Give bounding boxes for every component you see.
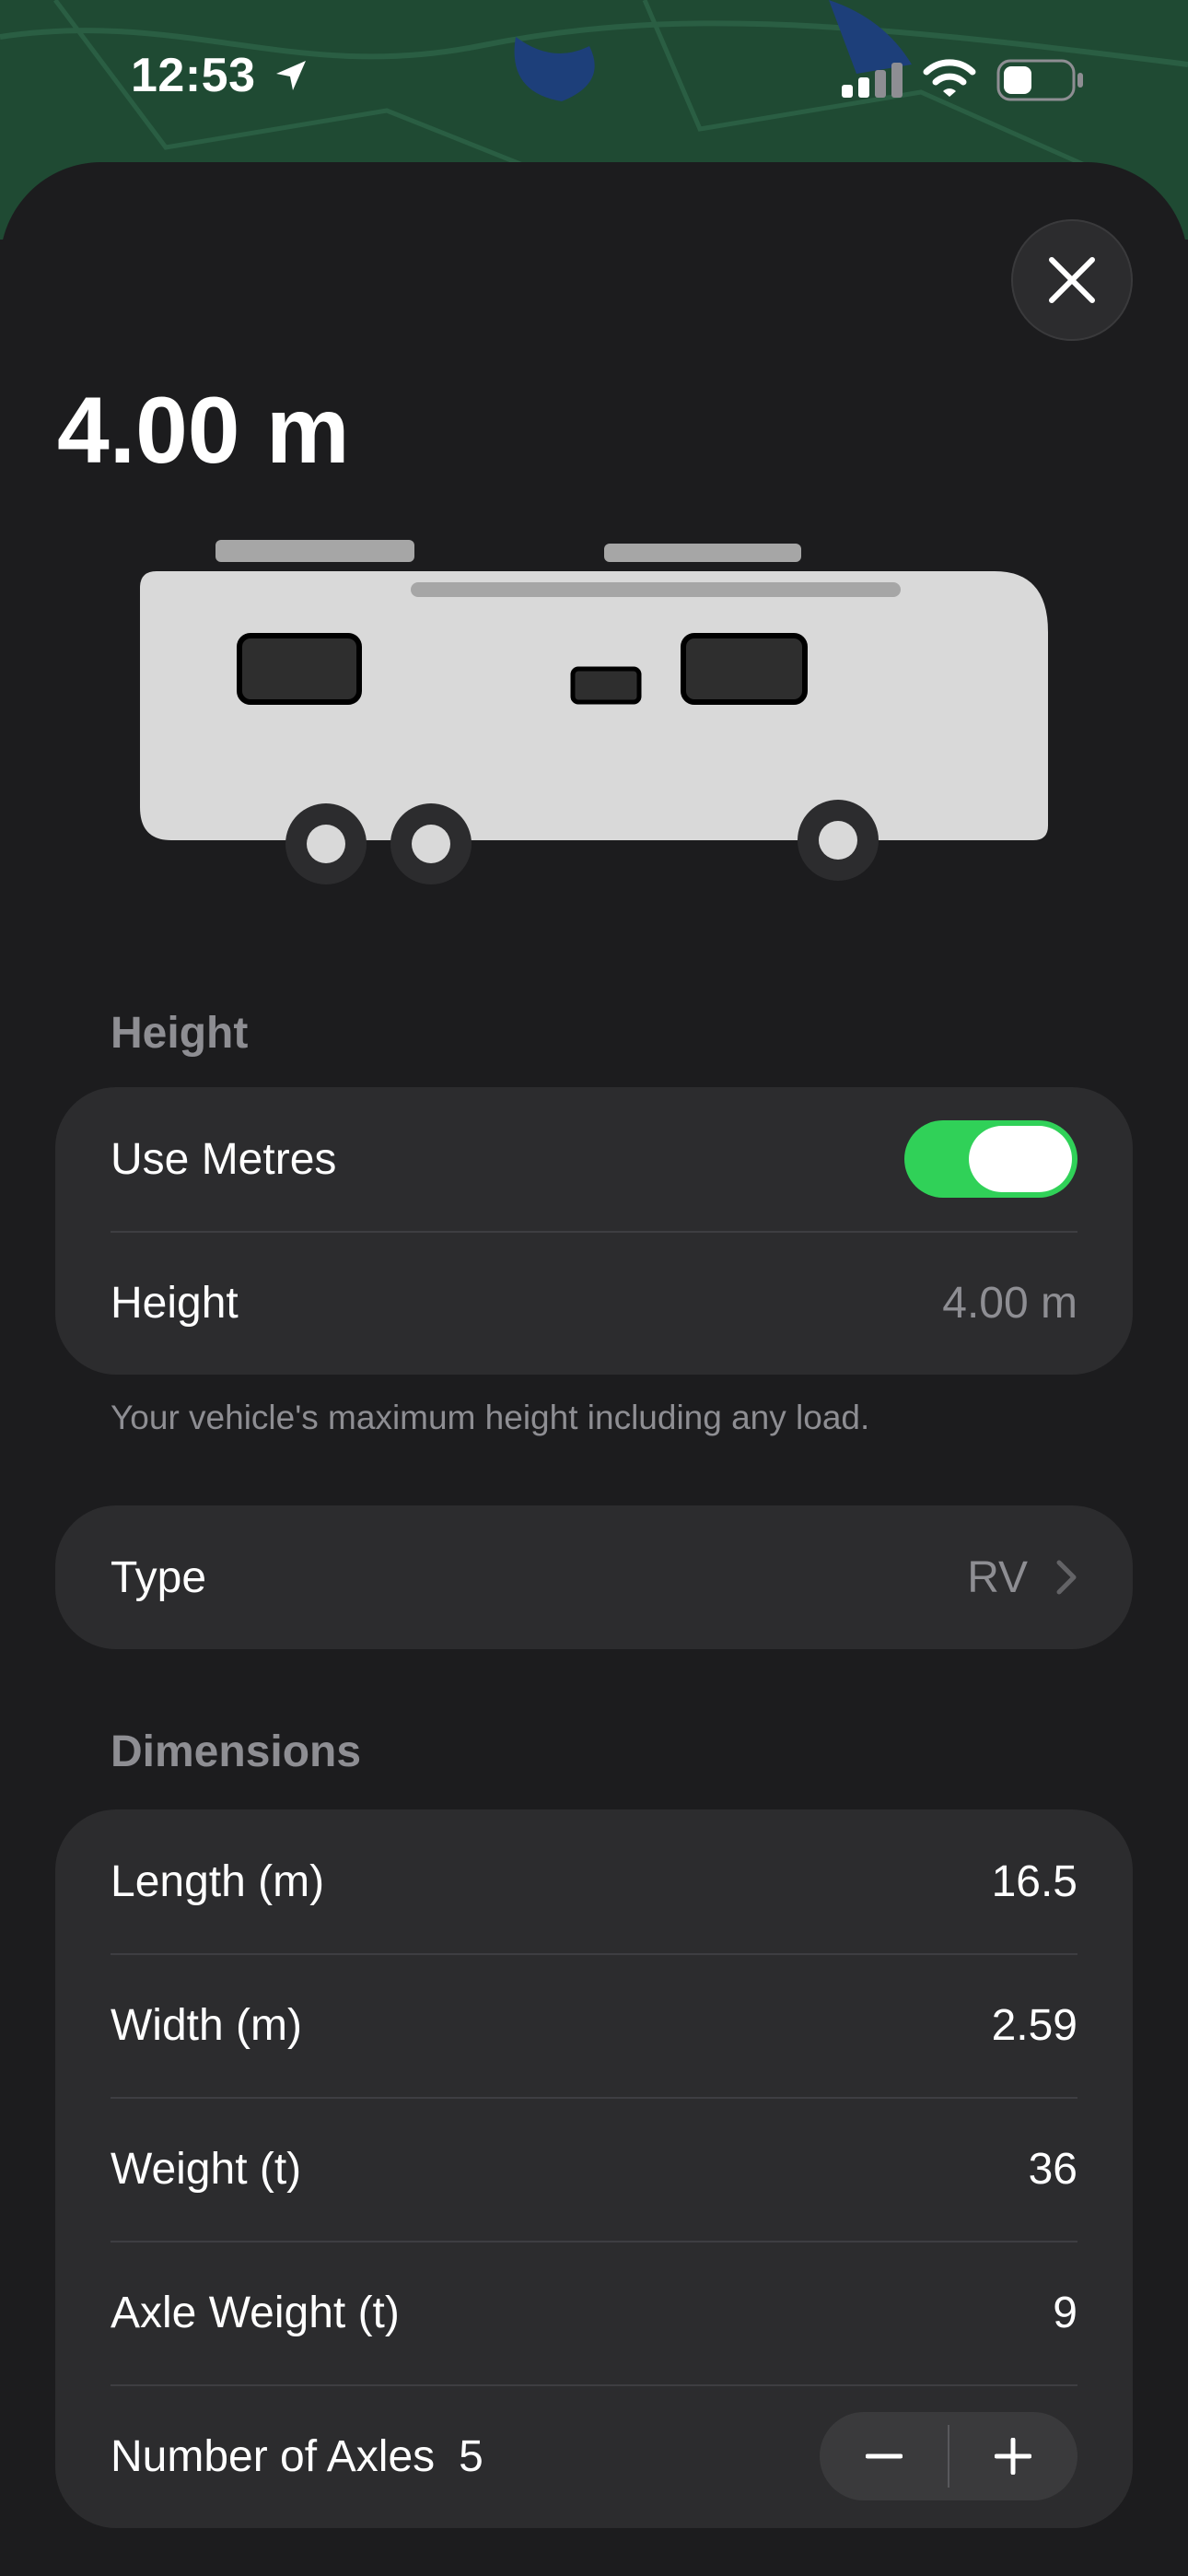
status-bar: 12:53 — [0, 0, 1188, 162]
use-metres-label: Use Metres — [111, 1134, 337, 1184]
plus-icon — [995, 2438, 1031, 2475]
dimensions-section-label: Dimensions — [111, 1727, 362, 1776]
length-row[interactable]: Length (m) 16.5 — [55, 1809, 1133, 1953]
width-value[interactable]: 2.59 — [992, 2000, 1077, 2051]
location-arrow-icon — [273, 57, 309, 99]
axles-stepper — [820, 2412, 1077, 2500]
height-row[interactable]: Height 4.00 m — [55, 1231, 1133, 1375]
battery-icon — [996, 59, 1085, 106]
type-label: Type — [111, 1552, 207, 1602]
dimensions-card: Length (m) 16.5 Width (m) 2.59 Weight (t… — [55, 1809, 1133, 2528]
axle-weight-value[interactable]: 9 — [1053, 2288, 1077, 2338]
cellular-signal-icon — [842, 61, 903, 102]
minus-icon — [866, 2453, 903, 2459]
rv-icon — [129, 540, 1059, 1060]
width-label: Width (m) — [111, 2000, 302, 2050]
close-button[interactable] — [1011, 219, 1133, 341]
number-of-axles-row: Number of Axles 5 — [55, 2384, 1133, 2528]
toggle-knob — [969, 1126, 1072, 1192]
number-of-axles-value: 5 — [459, 2431, 483, 2481]
stepper-divider — [948, 2425, 949, 2488]
axle-weight-row[interactable]: Axle Weight (t) 9 — [55, 2241, 1133, 2384]
weight-row[interactable]: Weight (t) 36 — [55, 2097, 1133, 2241]
use-metres-row: Use Metres — [55, 1087, 1133, 1231]
height-card: Use Metres Height 4.00 m — [55, 1087, 1133, 1375]
height-label: Height — [111, 1278, 239, 1328]
use-metres-toggle[interactable] — [904, 1120, 1077, 1198]
height-value[interactable]: 4.00 m — [942, 1278, 1077, 1329]
chevron-right-icon — [1055, 1559, 1077, 1596]
height-section-label: Height — [111, 1009, 249, 1058]
status-time: 12:53 — [131, 49, 256, 102]
vehicle-settings-sheet: 4.00 m Height Use Metres Height 4.00 m Y… — [0, 162, 1188, 2576]
type-value: RV — [967, 1552, 1028, 1602]
type-row[interactable]: Type RV — [55, 1505, 1133, 1649]
decrement-button[interactable] — [820, 2412, 949, 2500]
length-value[interactable]: 16.5 — [992, 1856, 1077, 1907]
length-label: Length (m) — [111, 1856, 325, 1906]
increment-button[interactable] — [949, 2412, 1077, 2500]
page-title: 4.00 m — [57, 378, 350, 483]
weight-label: Weight (t) — [111, 2144, 302, 2194]
close-icon — [1049, 257, 1095, 303]
weight-value[interactable]: 36 — [1029, 2144, 1077, 2195]
axle-weight-label: Axle Weight (t) — [111, 2288, 400, 2337]
wifi-icon — [923, 59, 976, 102]
type-card: Type RV — [55, 1505, 1133, 1649]
width-row[interactable]: Width (m) 2.59 — [55, 1953, 1133, 2097]
number-of-axles-label: Number of Axles — [111, 2431, 436, 2481]
height-footnote: Your vehicle's maximum height including … — [111, 1399, 870, 1436]
number-of-axles-label-group: Number of Axles 5 — [111, 2431, 820, 2482]
